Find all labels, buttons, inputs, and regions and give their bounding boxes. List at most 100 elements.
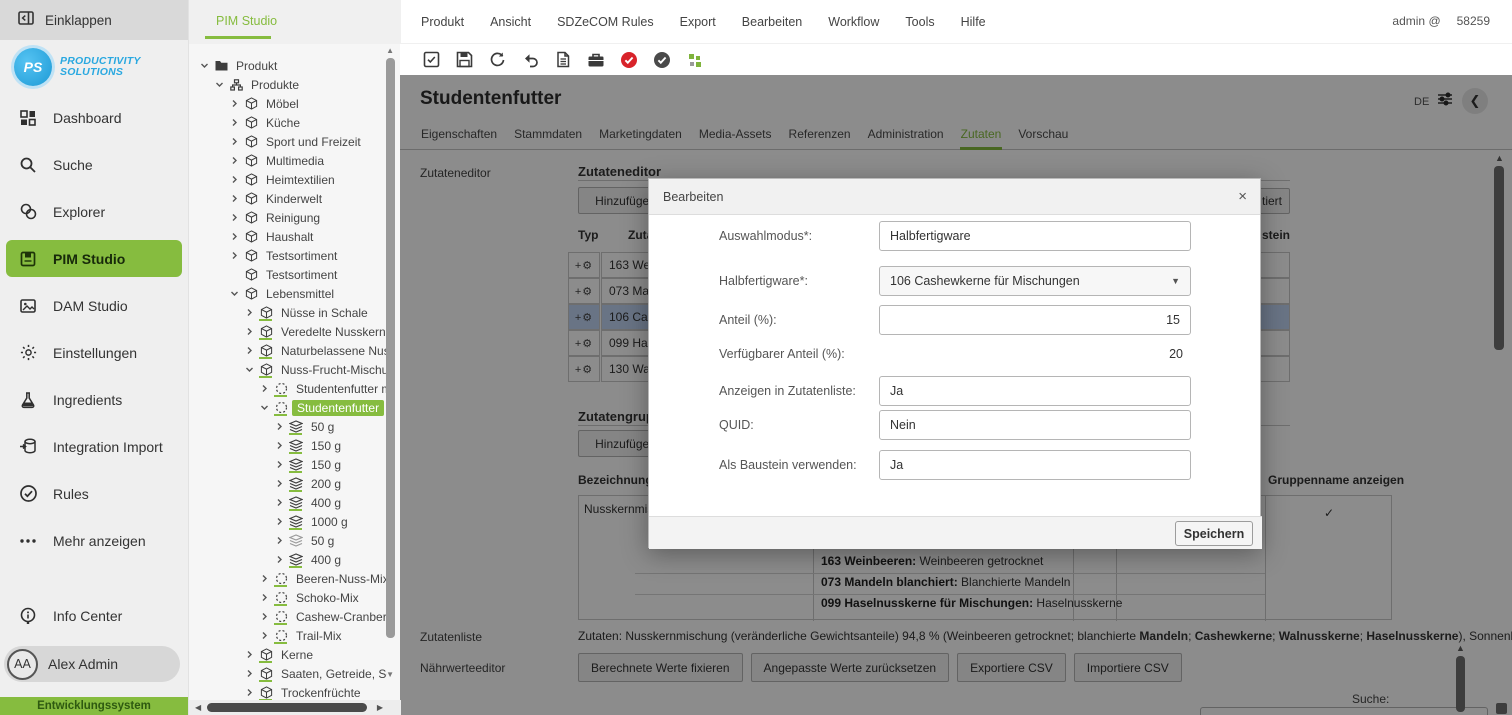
tree-node-produkt[interactable]: Produkt [189, 56, 387, 75]
tree-node-150-g[interactable]: 150 g [189, 455, 387, 474]
briefcase-icon[interactable] [584, 48, 608, 72]
tree-node-reinigung[interactable]: Reinigung [189, 208, 387, 227]
menu-export[interactable]: Export [680, 15, 716, 29]
tree-node-heimtextilien[interactable]: Heimtextilien [189, 170, 387, 189]
reload-icon[interactable] [485, 48, 509, 72]
sidebar-item-explorer[interactable]: Explorer [0, 188, 188, 235]
chevron-right-icon[interactable] [229, 251, 240, 260]
chevron-right-icon[interactable] [229, 137, 240, 146]
chevron-right-icon[interactable] [259, 574, 270, 583]
tree-node-studentenfutter[interactable]: Studentenfutter [189, 398, 387, 417]
chevron-right-icon[interactable] [259, 612, 270, 621]
tree-node-naturbelassene-nussk[interactable]: Naturbelassene Nussk [189, 341, 387, 360]
field-select[interactable]: 106 Cashewkerne für Mischungen▼ [879, 266, 1191, 296]
tree-node-multimedia[interactable]: Multimedia [189, 151, 387, 170]
sidebar-item-dam-studio[interactable]: DAM Studio [0, 282, 188, 329]
check-dark-icon[interactable] [650, 48, 674, 72]
document-icon[interactable] [551, 48, 575, 72]
tree-node-lebensmittel[interactable]: Lebensmittel [189, 284, 387, 303]
tree-hscroll-thumb[interactable] [207, 703, 367, 712]
close-icon[interactable]: × [1238, 188, 1247, 205]
tree-node-kinderwelt[interactable]: Kinderwelt [189, 189, 387, 208]
chevron-right-icon[interactable] [244, 327, 255, 336]
chevron-right-icon[interactable] [244, 669, 255, 678]
sidebar-item-einstellungen[interactable]: Einstellungen [0, 329, 188, 376]
tree-node-sport-und-freizeit[interactable]: Sport und Freizeit [189, 132, 387, 151]
chevron-right-icon[interactable] [274, 422, 285, 431]
tree-node-50-g[interactable]: 50 g [189, 531, 387, 550]
chevron-down-icon[interactable] [214, 80, 225, 89]
chevron-right-icon[interactable] [229, 175, 240, 184]
sidebar-item-info-center[interactable]: Info Center [0, 596, 188, 636]
chevron-right-icon[interactable] [274, 441, 285, 450]
chevron-right-icon[interactable] [229, 99, 240, 108]
field-input[interactable] [879, 450, 1191, 480]
tree-node-beeren-nuss-mix[interactable]: Beeren-Nuss-Mix [189, 569, 387, 588]
menu-ansicht[interactable]: Ansicht [490, 15, 531, 29]
chevron-down-icon[interactable] [199, 61, 210, 70]
chevron-right-icon[interactable] [244, 650, 255, 659]
tree-scroll-down-arrow[interactable]: ▼ [386, 670, 394, 679]
tree-node-400-g[interactable]: 400 g [189, 493, 387, 512]
tree-node-veredelte-nusskerne[interactable]: Veredelte Nusskerne & [189, 322, 387, 341]
tree-node-haushalt[interactable]: Haushalt [189, 227, 387, 246]
menu-workflow[interactable]: Workflow [828, 15, 879, 29]
tree-node-nuss-frucht-mischung[interactable]: Nuss-Frucht-Mischung [189, 360, 387, 379]
tree-node-testsortiment[interactable]: Testsortiment [189, 246, 387, 265]
check-red-icon[interactable] [617, 48, 641, 72]
chevron-right-icon[interactable] [229, 213, 240, 222]
tree-node-kerne[interactable]: Kerne [189, 645, 387, 664]
chevron-right-icon[interactable] [274, 498, 285, 507]
chevron-right-icon[interactable] [259, 631, 270, 640]
save-icon[interactable] [452, 48, 476, 72]
menu-produkt[interactable]: Produkt [421, 15, 464, 29]
tree-scroll-up-arrow[interactable]: ▲ [386, 46, 394, 55]
sidebar-item-rules[interactable]: Rules [0, 470, 188, 517]
tree-node-trail-mix[interactable]: Trail-Mix [189, 626, 387, 645]
tree-node-m-bel[interactable]: Möbel [189, 94, 387, 113]
chevron-right-icon[interactable] [259, 384, 270, 393]
sidebar-item-mehr-anzeigen[interactable]: Mehr anzeigen [0, 517, 188, 564]
chevron-right-icon[interactable] [229, 232, 240, 241]
tree-node-200-g[interactable]: 200 g [189, 474, 387, 493]
save-check-icon[interactable] [419, 48, 443, 72]
tree-scroll-left-arrow[interactable]: ◀ [195, 703, 201, 712]
tree-node-trockenfr-chte[interactable]: Trockenfrüchte [189, 683, 387, 700]
sidebar-item-pim-studio[interactable]: PIM Studio [6, 240, 182, 277]
chevron-right-icon[interactable] [274, 517, 285, 526]
tree-node-schoko-mix[interactable]: Schoko-Mix [189, 588, 387, 607]
menu-sdzecom-rules[interactable]: SDZeCOM Rules [557, 15, 654, 29]
chevron-right-icon[interactable] [274, 460, 285, 469]
chevron-right-icon[interactable] [274, 479, 285, 488]
status-squares-icon[interactable] [683, 48, 707, 72]
field-input[interactable] [879, 410, 1191, 440]
menu-tools[interactable]: Tools [905, 15, 934, 29]
tree-node-400-g[interactable]: 400 g [189, 550, 387, 569]
chevron-right-icon[interactable] [244, 688, 255, 697]
chevron-right-icon[interactable] [229, 156, 240, 165]
field-input[interactable] [879, 376, 1191, 406]
tree-node-cashew-cranberry[interactable]: Cashew-Cranberry- [189, 607, 387, 626]
field-input[interactable] [879, 221, 1191, 251]
chevron-right-icon[interactable] [259, 593, 270, 602]
chevron-right-icon[interactable] [229, 118, 240, 127]
tree-node-saaten-getreide-sons[interactable]: Saaten, Getreide, Sons [189, 664, 387, 683]
sidebar-item-integration-import[interactable]: Integration Import [0, 423, 188, 470]
menu-bearbeiten[interactable]: Bearbeiten [742, 15, 802, 29]
tree-node-k-che[interactable]: Küche [189, 113, 387, 132]
save-button[interactable]: Speichern [1175, 521, 1253, 546]
chevron-down-icon[interactable] [244, 365, 255, 374]
tree-node-produkte[interactable]: Produkte [189, 75, 387, 94]
tree-node-testsortiment[interactable]: Testsortiment [189, 265, 387, 284]
chevron-down-icon[interactable] [259, 403, 270, 412]
user-menu[interactable]: AA Alex Admin [4, 646, 180, 682]
tree-node-studentenfutter-mi[interactable]: Studentenfutter mi [189, 379, 387, 398]
sidebar-item-ingredients[interactable]: Ingredients [0, 376, 188, 423]
tab-pim-studio[interactable]: PIM Studio [216, 14, 277, 28]
sidebar-item-dashboard[interactable]: Dashboard [0, 94, 188, 141]
chevron-right-icon[interactable] [244, 308, 255, 317]
chevron-right-icon[interactable] [274, 536, 285, 545]
field-input[interactable] [879, 305, 1191, 335]
tree-node-n-sse-in-schale[interactable]: Nüsse in Schale [189, 303, 387, 322]
undo-icon[interactable] [518, 48, 542, 72]
